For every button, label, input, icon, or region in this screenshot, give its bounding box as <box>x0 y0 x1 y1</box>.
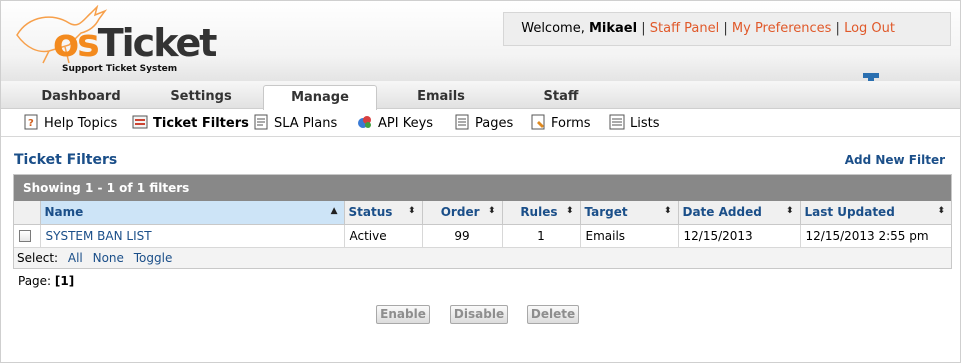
page-frame: osTicket Support Ticket System Welcome, … <box>0 0 961 363</box>
sort-icon: ⬍ <box>937 206 945 216</box>
page-label: Page: <box>18 274 52 288</box>
cell-status: Active <box>344 224 423 248</box>
sub-nav: ? Help Topics Ticket Filters SLA Plans AP… <box>1 110 960 137</box>
column-header-rules[interactable]: Rules ⬍ <box>502 201 581 225</box>
delete-button[interactable]: Delete <box>527 305 579 324</box>
cell-date-added: 12/15/2013 <box>678 224 801 248</box>
column-header-last-updated[interactable]: Last Updated ⬍ <box>800 201 951 225</box>
sort-icon: ⬍ <box>663 206 672 216</box>
subnav-lists[interactable]: Lists <box>609 114 660 132</box>
main-nav: Dashboard Settings Manage Emails Staff <box>1 81 960 110</box>
select-none-link[interactable]: None <box>93 251 124 265</box>
subnav-api-keys[interactable]: API Keys <box>357 114 433 132</box>
tab-staff[interactable]: Staff <box>511 85 611 110</box>
subnav-forms[interactable]: Forms <box>530 114 591 132</box>
select-toggle-link[interactable]: Toggle <box>134 251 173 265</box>
svg-text:?: ? <box>28 118 34 129</box>
help-topics-icon: ? <box>24 114 38 130</box>
sort-icon: ⬍ <box>407 206 416 216</box>
my-preferences-link[interactable]: My Preferences <box>732 21 832 36</box>
username: Mikael <box>588 21 638 36</box>
filter-name-link[interactable]: SYSTEM BAN LIST <box>40 224 345 248</box>
column-header-name[interactable]: Name ▲ <box>40 201 345 225</box>
logo-tagline: Support Ticket System <box>62 64 178 74</box>
subnav-help-topics[interactable]: ? Help Topics <box>23 114 117 132</box>
ticket-filters-icon <box>132 115 148 129</box>
column-header-date-added[interactable]: Date Added ⬍ <box>678 201 801 225</box>
pages-icon <box>455 114 469 130</box>
tab-emails[interactable]: Emails <box>391 85 491 110</box>
current-page[interactable]: [1] <box>55 274 74 288</box>
lists-icon <box>609 114 625 130</box>
tab-manage[interactable]: Manage <box>263 85 377 110</box>
row-select-cell <box>14 224 41 248</box>
cell-last-updated: 12/15/2013 2:55 pm <box>800 224 951 248</box>
filters-table: Showing 1 - 1 of 1 filters Name ▲ Status ⬍… <box>13 174 952 269</box>
column-header-target[interactable]: Target ⬍ <box>580 201 679 225</box>
welcome-text: Welcome, <box>521 21 585 36</box>
showing-caption: Showing 1 - 1 of 1 filters <box>14 175 951 201</box>
table-header-row: Name ▲ Status ⬍ Order ⬍ Rules ⬍ Target ⬍ Date… <box>14 201 951 225</box>
sort-icon: ⬍ <box>565 206 574 216</box>
staff-panel-link[interactable]: Staff Panel <box>650 21 719 36</box>
sort-icon: ⬍ <box>487 206 496 216</box>
column-header-order[interactable]: Order ⬍ <box>422 201 503 225</box>
filters-grid: Name ▲ Status ⬍ Order ⬍ Rules ⬍ Target ⬍ Date… <box>14 201 951 248</box>
tab-dashboard[interactable]: Dashboard <box>31 85 131 110</box>
api-keys-icon <box>358 116 371 128</box>
select-column-header <box>14 201 41 225</box>
disable-button[interactable]: Disable <box>450 305 508 324</box>
sla-plans-icon <box>254 114 268 130</box>
select-all-link[interactable]: All <box>68 251 83 265</box>
log-out-link[interactable]: Log Out <box>844 21 895 36</box>
table-row: SYSTEM BAN LIST Active 99 1 Emails 12/15… <box>14 224 951 248</box>
enable-button[interactable]: Enable <box>376 305 430 324</box>
select-label: Select: <box>17 250 59 265</box>
cell-target: Emails <box>580 224 679 248</box>
sort-icon: ⬍ <box>785 206 794 216</box>
pagination: Page: [1] <box>18 274 74 288</box>
logo-wordmark: osTicket <box>53 21 217 65</box>
cell-order: 99 <box>422 224 503 248</box>
column-header-status[interactable]: Status ⬍ <box>344 201 423 225</box>
user-info-box: Welcome, Mikael | Staff Panel | My Prefe… <box>503 12 951 46</box>
select-toolbar: Select: All None Toggle <box>14 247 951 268</box>
add-new-filter-link[interactable]: Add New Filter <box>845 153 945 167</box>
cell-rules: 1 <box>502 224 581 248</box>
subnav-pages[interactable]: Pages <box>454 114 513 132</box>
tab-settings[interactable]: Settings <box>151 85 251 110</box>
subnav-sla-plans[interactable]: SLA Plans <box>253 114 337 132</box>
row-checkbox[interactable] <box>19 229 31 242</box>
sort-ascending-icon: ▲ <box>330 206 338 216</box>
site-logo[interactable]: osTicket Support Ticket System <box>9 5 217 75</box>
header: osTicket Support Ticket System Welcome, … <box>1 1 960 98</box>
page-title: Ticket Filters <box>14 152 118 168</box>
forms-icon <box>531 114 545 130</box>
subnav-ticket-filters[interactable]: Ticket Filters <box>132 114 249 132</box>
